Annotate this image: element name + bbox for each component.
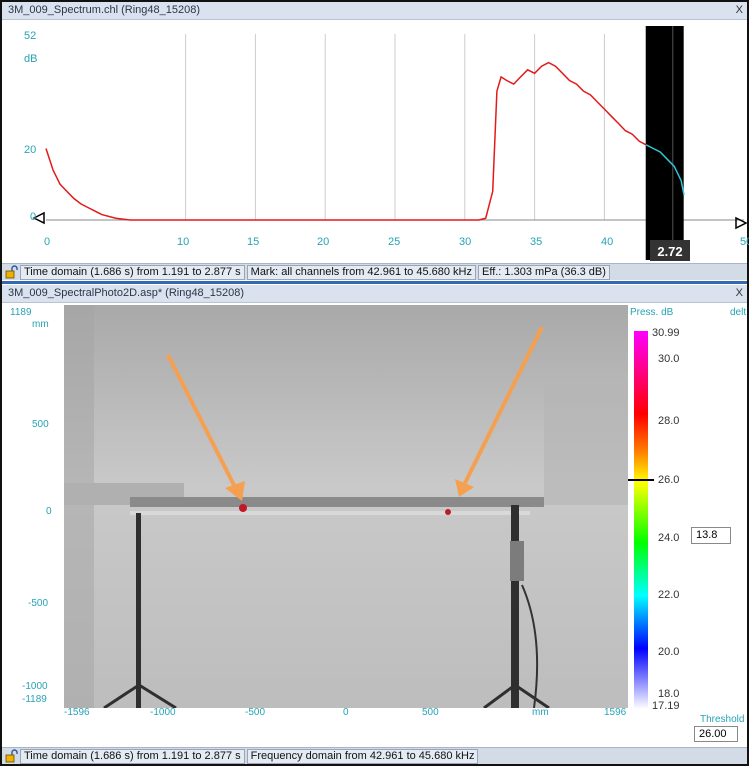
photo-y-tick: -500 <box>28 598 49 609</box>
sound-source-hotspot[interactable] <box>239 504 247 512</box>
crossbar <box>130 497 544 507</box>
photo-wall-panel <box>544 385 628 505</box>
spectrum-x-tick: 30 <box>459 236 472 248</box>
photo-y-unit: mm <box>32 319 49 330</box>
delta-label: delt <box>730 307 747 318</box>
colorbar-tick: 22.0 <box>658 589 680 601</box>
photo-close-button[interactable]: X <box>736 285 743 302</box>
photo-titlebar[interactable]: 3M_009_SpectralPhoto2D.asp* (Ring48_1520… <box>2 285 747 303</box>
speaker-device <box>510 541 524 581</box>
photo-status-bar: Time domain (1.686 s) from 1.191 to 2.87… <box>2 747 747 764</box>
colorbar-tick: 30.0 <box>658 353 680 365</box>
app-window: 3M_009_Spectrum.chl (Ring48_15208) X 2.7… <box>0 0 749 766</box>
lock-icon[interactable] <box>4 749 18 763</box>
panel-splitter[interactable] <box>2 281 747 284</box>
photo-y-tick: -1000 <box>22 681 48 692</box>
crossbar-lower <box>130 511 530 515</box>
photo-x-tick: -500 <box>245 707 266 718</box>
spectrum-y-tick: 0 <box>30 211 37 223</box>
photo-x-unit: mm <box>532 707 549 718</box>
spectrum-chart[interactable]: 2.72 <box>2 20 747 263</box>
right-stand-pole <box>511 505 519 708</box>
photo-y-tick: -1189 <box>22 694 47 705</box>
colorbar-tick: 18.0 <box>658 688 680 700</box>
sound-source-hotspot[interactable] <box>445 509 451 515</box>
time-domain-field[interactable]: Time domain (1.686 s) from 1.191 to 2.87… <box>20 748 245 764</box>
photo-title: 3M_009_SpectralPhoto2D.asp* (Ring48_1520… <box>8 287 245 299</box>
photo-left-shade <box>64 305 94 708</box>
photo-x-tick: 500 <box>422 707 439 718</box>
spectrum-x-tick: 10 <box>177 236 190 248</box>
colorbar[interactable] <box>634 331 648 709</box>
mark-field[interactable]: Mark: all channels from 42.961 to 45.680… <box>246 264 476 280</box>
colorbar-tick: 20.0 <box>658 646 680 658</box>
spectrum-x-tick: 35 <box>530 236 543 248</box>
photo-x-tick: 0 <box>343 707 349 718</box>
spectrum-x-tick: 25 <box>388 236 401 248</box>
spectrum-titlebar[interactable]: 3M_009_Spectrum.chl (Ring48_15208) X <box>2 2 747 20</box>
threshold-input[interactable]: 26.00 <box>694 726 738 742</box>
spectrum-status-bar: Time domain (1.686 s) from 1.191 to 2.87… <box>2 263 747 280</box>
colorbar-tick: 28.0 <box>658 415 680 427</box>
colorbar-tick: 24.0 <box>658 532 680 544</box>
photo-y-tick: 500 <box>32 419 49 430</box>
cursor-value-text: 2.72 <box>657 244 682 259</box>
spectrum-x-tick: 50 <box>740 236 749 248</box>
spectrum-series-line <box>45 61 647 221</box>
spectrum-x-tick: 15 <box>247 236 260 248</box>
acoustic-photo-view[interactable] <box>64 305 628 708</box>
effective-value-field[interactable]: Eff.: 1.303 mPa (36.3 dB) <box>478 264 610 280</box>
time-domain-field[interactable]: Time domain (1.686 s) from 1.191 to 2.87… <box>20 264 245 280</box>
photo-y-tick: 1189 <box>10 307 32 318</box>
colorbar-tick: 26.0 <box>658 474 680 486</box>
threshold-label: Threshold <box>700 714 745 725</box>
spectrum-x-tick: 0 <box>44 236 51 248</box>
delta-value: 13.8 <box>691 527 731 544</box>
spectrum-x-tick: 20 <box>317 236 330 248</box>
photo-x-tick: -1596 <box>64 707 90 718</box>
left-stand-pole <box>136 513 141 708</box>
colorbar-header: Press. dB <box>630 307 674 318</box>
spectrum-y-max: 52 <box>24 30 37 42</box>
photo-y-tick: 0 <box>46 506 52 517</box>
spectrum-title: 3M_009_Spectrum.chl (Ring48_15208) <box>8 4 201 16</box>
frequency-cursor-band[interactable] <box>645 26 684 260</box>
frequency-domain-field[interactable]: Frequency domain from 42.961 to 45.680 k… <box>246 748 479 764</box>
colorbar-min: 17.19 <box>652 700 680 712</box>
spectrum-y-tick: 20 <box>24 144 37 156</box>
photo-x-tick: 1596 <box>604 707 627 718</box>
spectrum-x-tick: 40 <box>601 236 614 248</box>
spectrum-y-unit: dB <box>24 53 38 65</box>
threshold-marker[interactable] <box>628 479 654 481</box>
photo-x-tick: -1000 <box>150 707 176 718</box>
spectrum-close-button[interactable]: X <box>736 2 743 19</box>
lock-icon[interactable] <box>4 265 18 279</box>
colorbar-max: 30.99 <box>652 327 680 339</box>
